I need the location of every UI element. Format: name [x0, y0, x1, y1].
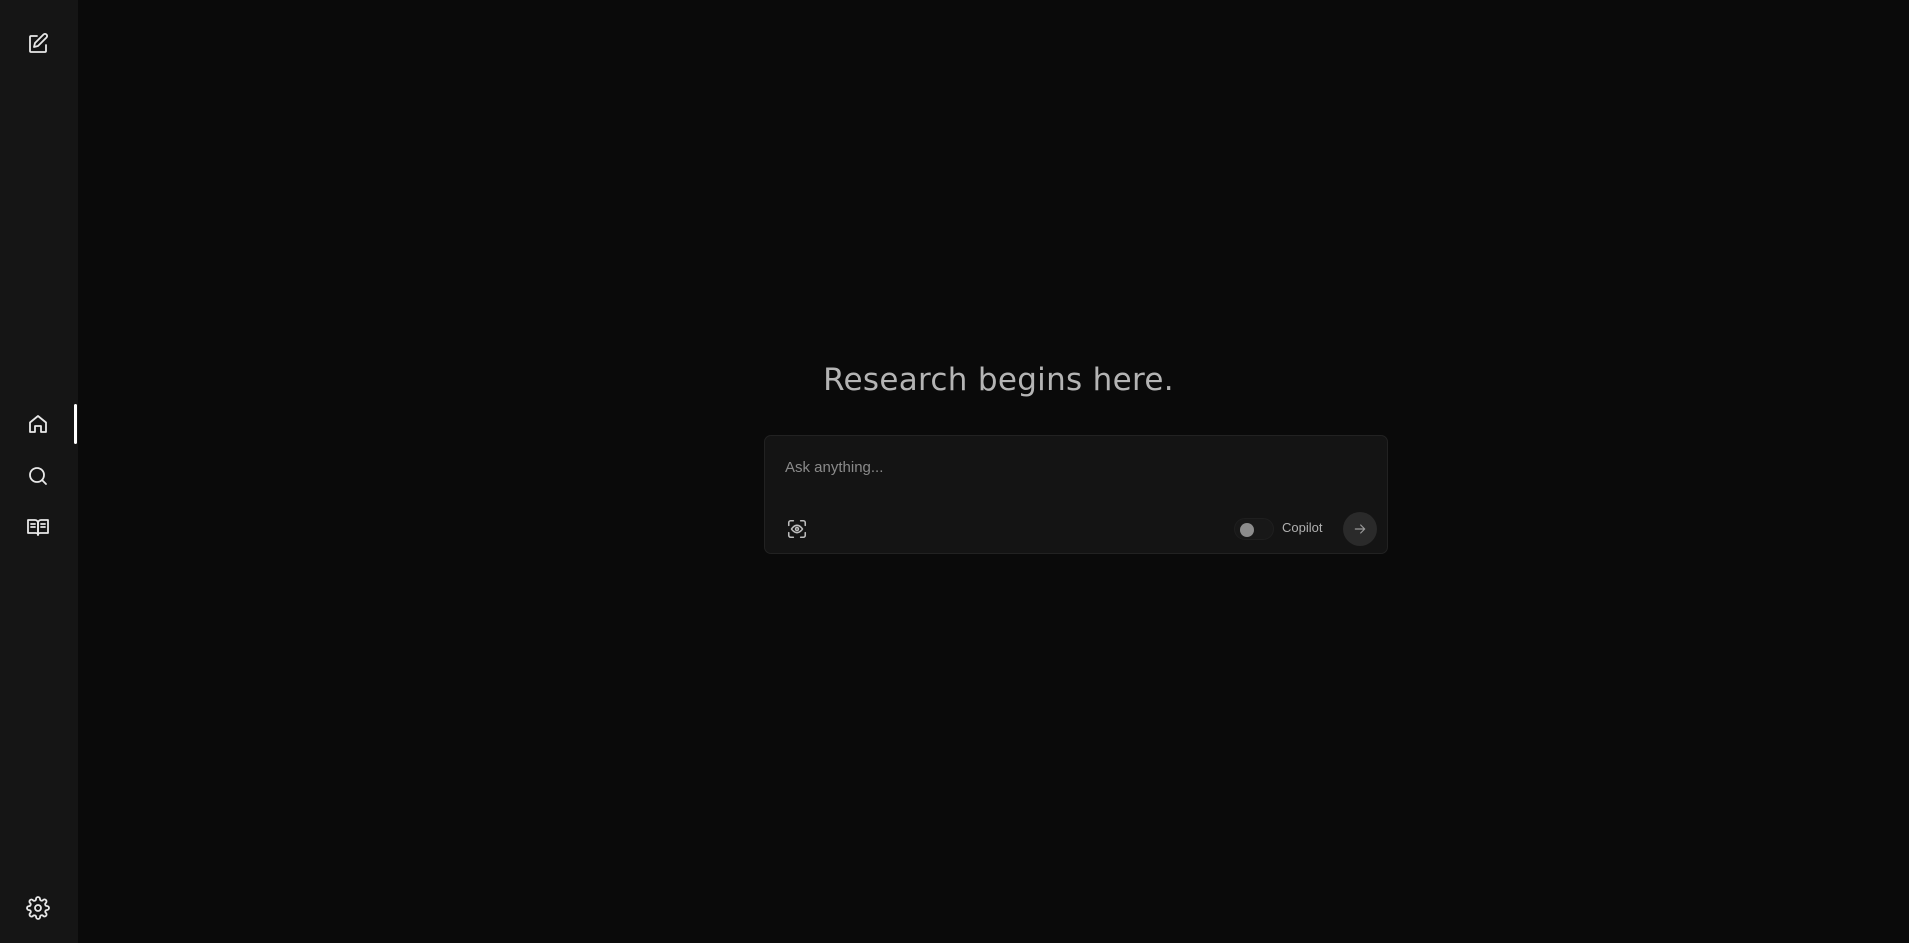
focus-button[interactable] [784, 516, 810, 542]
copilot-toggle[interactable] [1234, 518, 1274, 540]
settings-button[interactable] [19, 889, 57, 927]
home-icon [29, 415, 47, 433]
book-open-icon [27, 519, 49, 536]
pencil-square-icon [29, 33, 48, 53]
page-headline: Research begins here. [823, 362, 1174, 398]
search-icon [29, 467, 47, 485]
active-indicator [74, 404, 77, 444]
sidebar-item-library[interactable] [19, 508, 57, 546]
sidebar-item-home[interactable] [19, 405, 57, 443]
new-thread-button[interactable] [19, 25, 57, 63]
main-area: Research begins here. Copilot [78, 0, 1909, 943]
gear-icon [26, 896, 50, 920]
arrow-right-icon [1354, 524, 1366, 534]
sidebar [0, 0, 78, 943]
copilot-label: Copilot [1282, 520, 1323, 535]
sidebar-item-discover[interactable] [19, 457, 57, 495]
eye-scan-icon [787, 519, 807, 539]
submit-button[interactable] [1343, 512, 1377, 546]
ask-input[interactable] [785, 454, 1345, 480]
ask-box: Copilot [764, 435, 1388, 554]
toggle-knob [1240, 523, 1254, 537]
